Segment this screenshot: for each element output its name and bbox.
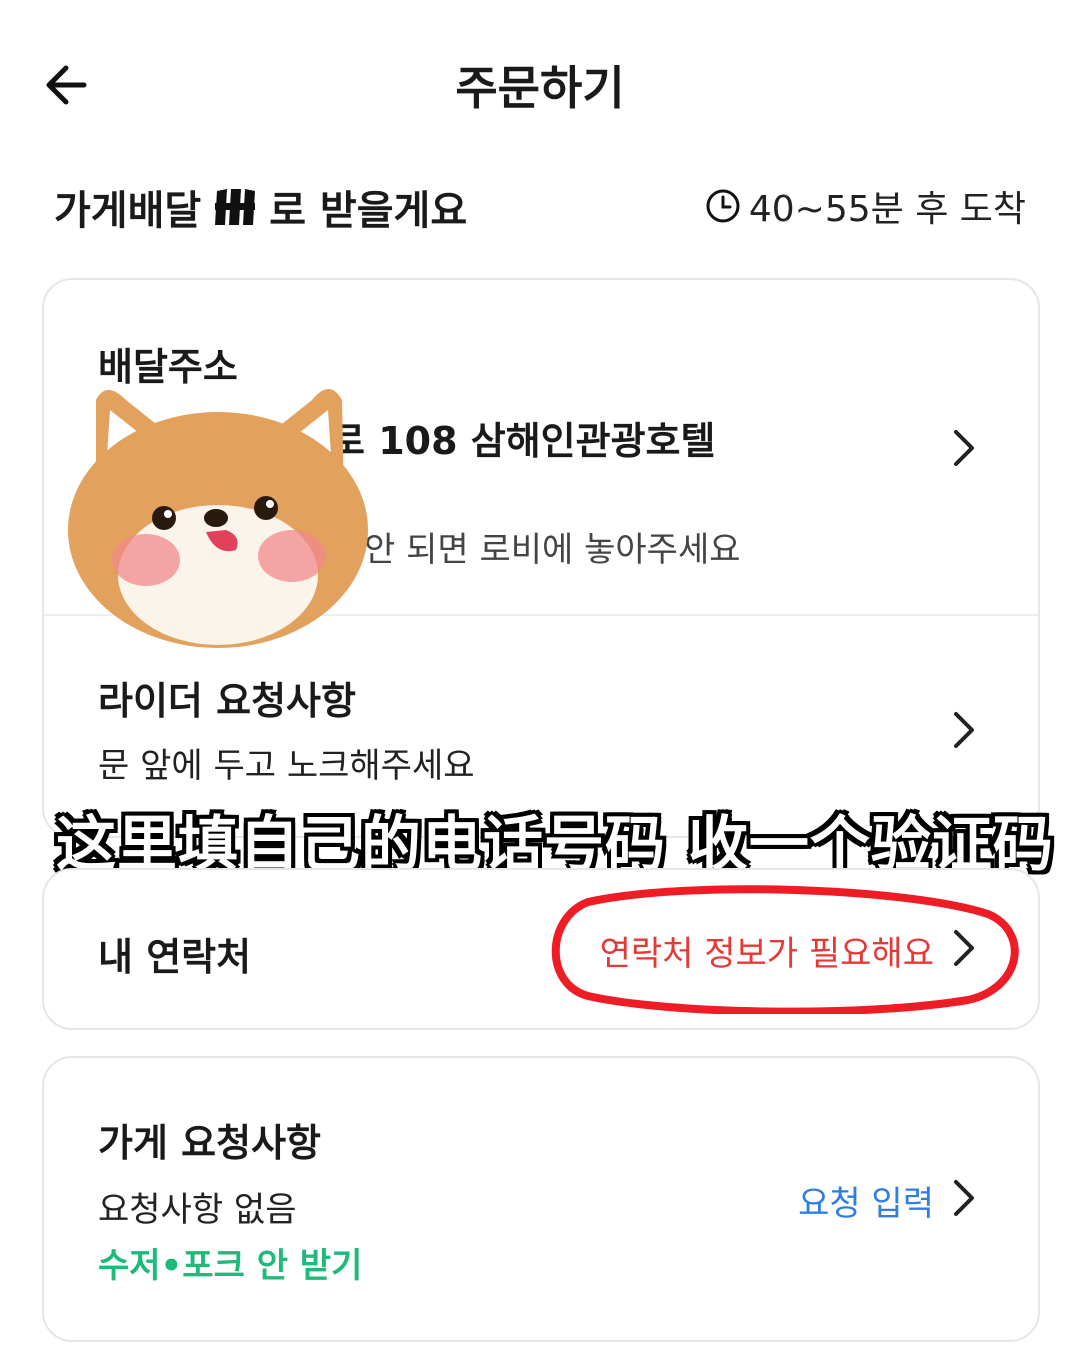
- page-title: 주문하기: [455, 61, 625, 115]
- delivery-type: 가게배달 로 받을게요: [54, 178, 467, 236]
- red-highlight-circle: [551, 885, 1019, 1014]
- address-note: 안 되면 로비에 놓아주세요: [364, 530, 741, 570]
- chevron-right-icon[interactable]: [950, 1178, 978, 1218]
- request-input-link[interactable]: 요청 입력: [798, 1176, 934, 1225]
- clock-icon: [706, 189, 740, 223]
- rider-request-title: 라이더 요청사항: [98, 679, 356, 723]
- cutlery-option: 수저•포크 안 받기: [98, 1246, 363, 1286]
- chevron-right-icon[interactable]: [950, 428, 978, 468]
- eta-text: 40~55분 후 도착: [748, 189, 1026, 230]
- header: 주문하기: [0, 0, 1080, 170]
- delivery-summary: 가게배달 로 받을게요 40~55분 후 도착: [54, 178, 1026, 234]
- store-request-card: 가게 요청사항 요청사항 없음 수저•포크 안 받기 요청 입력: [42, 1056, 1040, 1342]
- eta: 40~55분 후 도착: [705, 180, 1026, 232]
- shiba-dog-sticker: [68, 389, 368, 648]
- address-text: 로 108 삼해인관광호텔: [330, 419, 716, 463]
- contact-label: 내 연락처: [98, 935, 252, 979]
- rider-request-value: 문 앞에 두고 노크해주세요: [98, 746, 475, 786]
- delivery-prefix: 가게배달: [54, 188, 202, 234]
- chevron-right-icon[interactable]: [950, 710, 978, 750]
- brand-logo-icon: [215, 189, 256, 225]
- store-request-title: 가게 요청사항: [98, 1121, 321, 1165]
- store-request-value: 요청사항 없음: [98, 1190, 297, 1230]
- delivery-suffix: 로 받을게요: [269, 188, 468, 234]
